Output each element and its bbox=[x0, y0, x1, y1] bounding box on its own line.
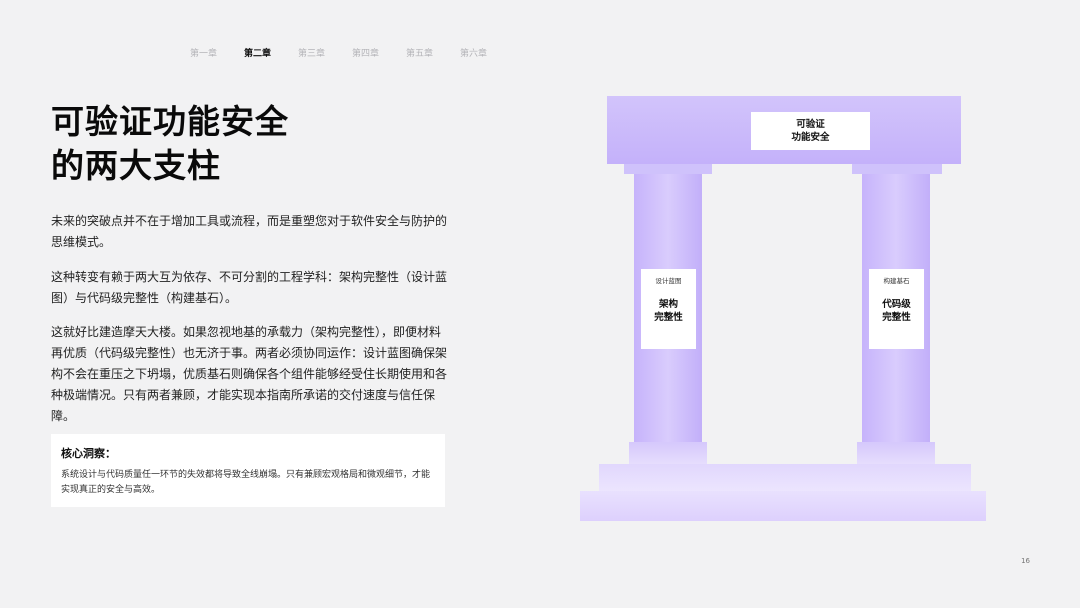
right-column-subtitle: 构建基石 bbox=[883, 277, 910, 285]
nav-item-chapter-6[interactable]: 第六章 bbox=[460, 46, 514, 59]
page-number: 16 bbox=[1021, 557, 1030, 565]
right-column-title: 代码级 完整性 bbox=[869, 298, 924, 324]
nav-item-chapter-3[interactable]: 第三章 bbox=[298, 46, 352, 59]
left-column-base bbox=[629, 442, 707, 464]
key-insight-title: 核心洞察： bbox=[61, 447, 116, 460]
intro-paragraph: 未来的突破点并不在于增加工具或流程，而是重塑您对于软件安全与防护的思维模式。 bbox=[51, 214, 448, 249]
upper-step bbox=[599, 464, 971, 491]
left-column-title-line-2: 完整性 bbox=[654, 312, 683, 323]
pillars-diagram: 可验证 功能安全 设计蓝图 架构 完整性 构建基石 代码级 完整性 bbox=[580, 96, 990, 526]
beam-label: 可验证 功能安全 bbox=[751, 112, 870, 150]
left-column-label: 设计蓝图 架构 完整性 bbox=[641, 269, 696, 349]
right-column-label: 构建基石 代码级 完整性 bbox=[869, 269, 924, 349]
nav-item-chapter-5[interactable]: 第五章 bbox=[406, 46, 460, 59]
key-insight-body: 系统设计与代码质量任一环节的失效都将导致全线崩塌。只有兼顾宏观格局和微观细节，才… bbox=[61, 470, 431, 495]
nav-item-chapter-4[interactable]: 第四章 bbox=[352, 46, 406, 59]
page-title-line-1: 可验证功能安全 bbox=[51, 102, 289, 141]
nav-item-chapter-1[interactable]: 第一章 bbox=[190, 46, 244, 59]
lower-step bbox=[580, 491, 986, 521]
left-capital bbox=[624, 164, 712, 174]
right-column-title-line-1: 代码级 bbox=[882, 299, 911, 310]
page-title: 可验证功能安全 的两大支柱 bbox=[51, 100, 289, 188]
beam-label-line-1: 可验证 bbox=[796, 119, 825, 130]
right-capital bbox=[852, 164, 942, 174]
disciplines-paragraph: 这种转变有赖于两大互为依存、不可分割的工程学科：架构完整性（设计蓝图）与代码级完… bbox=[51, 270, 448, 305]
left-column-title: 架构 完整性 bbox=[641, 298, 696, 324]
nav-item-chapter-2[interactable]: 第二章 bbox=[244, 46, 298, 59]
key-insight-box: 核心洞察： 系统设计与代码质量任一环节的失效都将导致全线崩塌。只有兼顾宏观格局和… bbox=[51, 434, 445, 507]
skyscraper-paragraph: 这就好比建造摩天大楼。如果忽视地基的承载力（架构完整性），即便材料再优质（代码级… bbox=[51, 325, 448, 423]
left-column-title-line-1: 架构 bbox=[658, 299, 678, 310]
right-column-title-line-2: 完整性 bbox=[882, 312, 911, 323]
right-column-base bbox=[857, 442, 935, 464]
roof-beam: 可验证 功能安全 bbox=[607, 96, 961, 164]
page-title-line-2: 的两大支柱 bbox=[51, 146, 221, 185]
left-column-subtitle: 设计蓝图 bbox=[655, 277, 682, 285]
chapter-nav: 第一章 第二章 第三章 第四章 第五章 第六章 bbox=[190, 46, 514, 59]
beam-label-line-2: 功能安全 bbox=[791, 132, 830, 143]
